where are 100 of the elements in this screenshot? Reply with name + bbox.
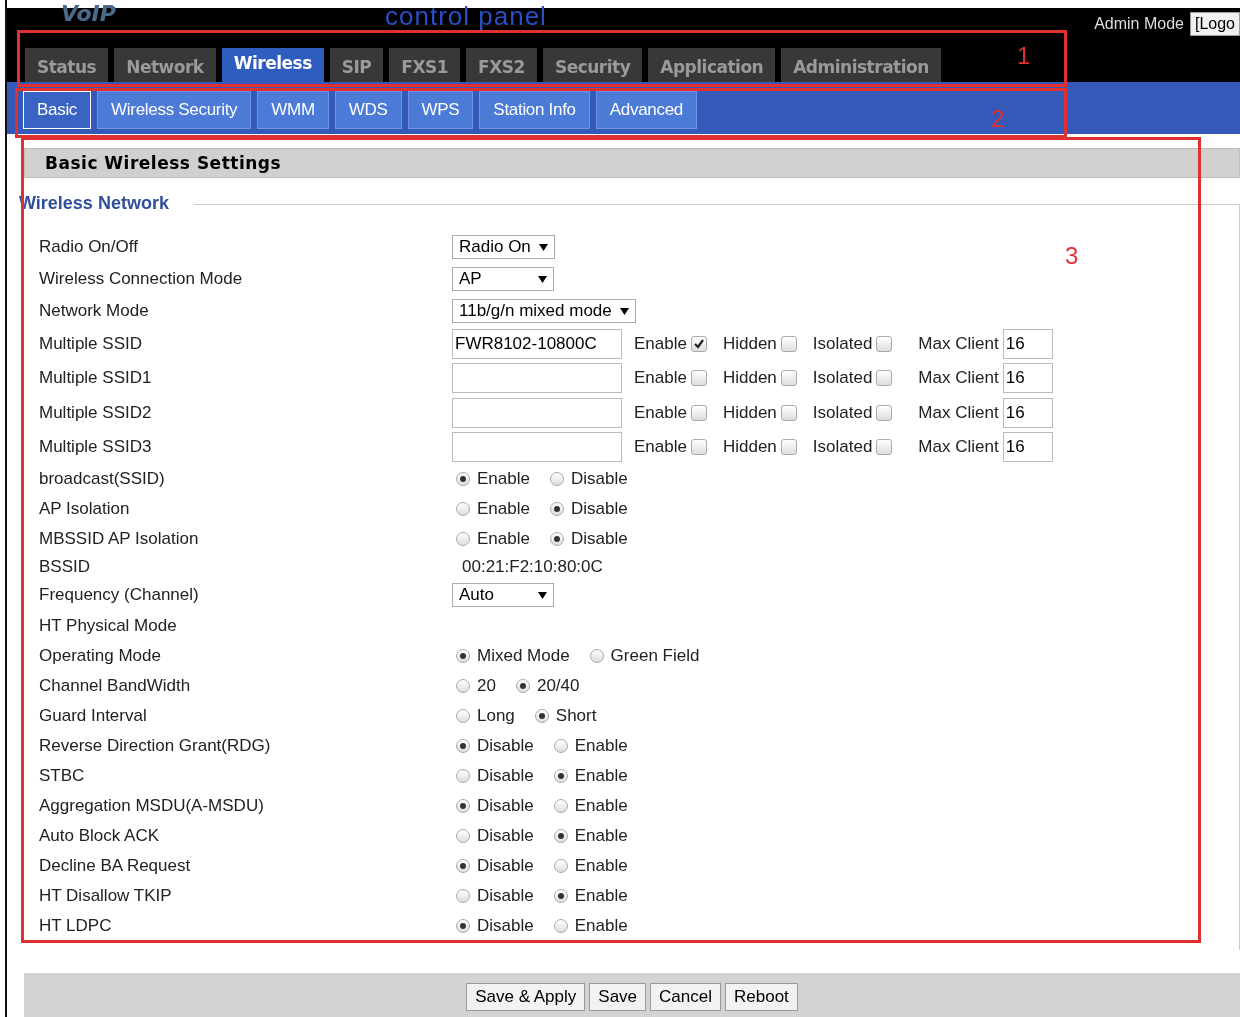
- radio-button[interactable]: [553, 769, 568, 784]
- sub-tab[interactable]: Advanced: [595, 91, 697, 129]
- annotation-number: 3: [1065, 242, 1079, 270]
- main-tab[interactable]: Status: [25, 48, 109, 82]
- max-client-field[interactable]: 16: [1002, 397, 1053, 428]
- action-button[interactable]: Save: [589, 983, 647, 1011]
- radio-button[interactable]: [456, 472, 470, 487]
- radio-button[interactable]: [553, 739, 568, 754]
- main-tab[interactable]: Security: [542, 48, 643, 82]
- main-tab[interactable]: Administration: [781, 48, 941, 82]
- radio-button[interactable]: [589, 649, 604, 664]
- dropdown[interactable]: 11b/g/n mixed mode: [452, 299, 636, 323]
- checkbox-label: Enable: [634, 437, 687, 458]
- radio-label: Enable: [574, 736, 628, 757]
- main-tab[interactable]: Wireless: [221, 48, 324, 82]
- radio-button[interactable]: [456, 919, 470, 934]
- max-client-field[interactable]: 16: [1002, 329, 1053, 360]
- ssid-field[interactable]: [452, 397, 622, 428]
- max-client-field[interactable]: 16: [1002, 363, 1053, 394]
- setting-label: MBSSID AP Isolation: [39, 529, 200, 550]
- caret-icon: [538, 275, 547, 283]
- max-client-label: Max Client: [918, 334, 999, 355]
- radio-button[interactable]: [553, 829, 568, 844]
- setting-label: HT Physical Mode: [39, 616, 178, 637]
- radio-label: Enable: [477, 529, 530, 550]
- dropdown[interactable]: Auto: [452, 583, 554, 608]
- checkbox[interactable]: [690, 404, 707, 421]
- ssid-field[interactable]: FWR8102-10800C: [452, 329, 622, 360]
- max-client-label: Max Client: [918, 437, 999, 458]
- radio-label: Enable: [477, 499, 530, 520]
- checkbox-label: Hidden: [722, 334, 777, 355]
- radio-button[interactable]: [456, 829, 470, 844]
- radio-button[interactable]: [456, 502, 470, 517]
- main-tab[interactable]: SIP: [329, 48, 384, 82]
- radio-button[interactable]: [456, 769, 470, 784]
- radio-label: Disable: [570, 499, 628, 520]
- radio-button[interactable]: [553, 919, 568, 934]
- checkbox-label: Enable: [634, 402, 687, 423]
- max-client-label: Max Client: [918, 368, 999, 389]
- radio-button[interactable]: [456, 799, 470, 814]
- radio-button[interactable]: [549, 472, 564, 487]
- radio-button[interactable]: [456, 679, 470, 694]
- radio-button[interactable]: [515, 679, 530, 694]
- radio-button[interactable]: [549, 532, 564, 547]
- checkbox-label: Hidden: [722, 437, 777, 458]
- radio-button[interactable]: [534, 709, 549, 724]
- ssid-field[interactable]: [452, 363, 622, 394]
- action-button[interactable]: Save & Apply: [466, 983, 586, 1011]
- radio-button[interactable]: [456, 709, 470, 724]
- radio-label: Disable: [477, 916, 534, 937]
- radio-label: Disable: [477, 826, 534, 847]
- sub-tab[interactable]: Wireless Security: [97, 91, 252, 129]
- setting-label: Decline BA Request: [39, 856, 192, 877]
- radio-button[interactable]: [456, 859, 470, 874]
- sub-tab[interactable]: Station Info: [479, 91, 590, 129]
- radio-button[interactable]: [553, 799, 568, 814]
- radio-button[interactable]: [456, 532, 470, 547]
- sub-tab[interactable]: WPS: [407, 91, 474, 129]
- caret-icon: [619, 307, 629, 315]
- checkbox[interactable]: [780, 404, 797, 421]
- max-client-field[interactable]: 16: [1002, 432, 1053, 463]
- action-button[interactable]: Cancel: [650, 983, 721, 1011]
- dropdown[interactable]: Radio On: [452, 235, 555, 259]
- checkbox[interactable]: [876, 404, 893, 421]
- setting-label: Wireless Connection Mode: [39, 269, 244, 289]
- main-tab[interactable]: Application: [648, 48, 776, 82]
- checkbox[interactable]: [690, 439, 707, 456]
- radio-button[interactable]: [553, 889, 568, 904]
- radio-button[interactable]: [553, 859, 568, 874]
- setting-label: Aggregation MSDU(A-MSDU): [39, 796, 265, 817]
- radio-button[interactable]: [456, 739, 470, 754]
- main-tab[interactable]: FXS1: [389, 48, 461, 82]
- sub-tab[interactable]: Basic: [23, 91, 92, 129]
- checkbox[interactable]: [876, 439, 893, 456]
- action-button[interactable]: Reboot: [725, 983, 798, 1011]
- logo-subtitle: control panel: [385, 1, 547, 32]
- radio-label: 20: [477, 676, 496, 697]
- radio-label: Disable: [570, 469, 628, 490]
- main-tab[interactable]: FXS2: [466, 48, 537, 82]
- dropdown[interactable]: AP: [452, 267, 554, 291]
- checkbox[interactable]: [690, 370, 707, 387]
- checkbox[interactable]: [876, 336, 893, 353]
- checkbox[interactable]: [780, 336, 797, 353]
- ssid-field[interactable]: [452, 432, 622, 463]
- radio-label: Enable: [574, 856, 628, 877]
- checkbox[interactable]: [876, 370, 893, 387]
- checkbox[interactable]: [690, 336, 707, 353]
- admin-mode-label: Admin Mode: [1094, 15, 1184, 33]
- main-tab[interactable]: Network: [114, 48, 216, 82]
- radio-button[interactable]: [456, 649, 470, 664]
- caret-icon: [538, 243, 548, 251]
- radio-button[interactable]: [456, 889, 470, 904]
- setting-label: Guard Interval: [39, 706, 148, 727]
- radio-label: Enable: [574, 826, 628, 847]
- checkbox[interactable]: [780, 370, 797, 387]
- radio-button[interactable]: [549, 502, 564, 517]
- sub-tab[interactable]: WMM: [257, 91, 329, 129]
- sub-tab[interactable]: WDS: [334, 91, 402, 129]
- checkbox[interactable]: [780, 439, 797, 456]
- logout-button[interactable]: [Logo: [1189, 12, 1240, 36]
